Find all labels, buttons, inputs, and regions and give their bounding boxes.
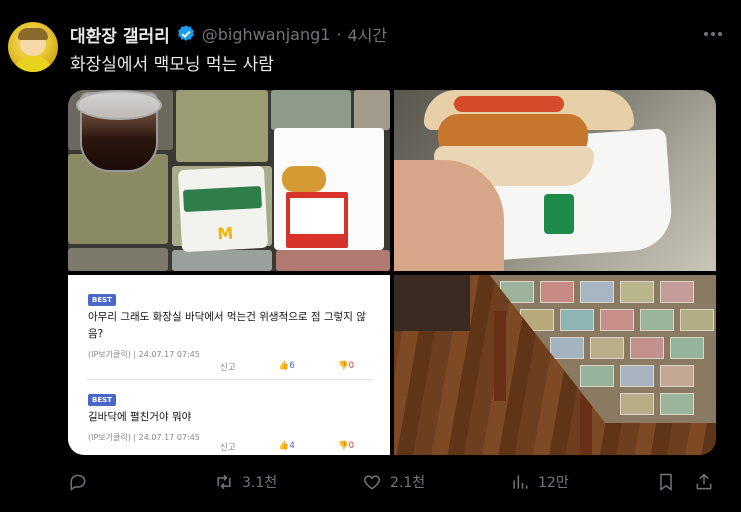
table-tile: [630, 337, 664, 359]
comment-1: BEST 아무리 그래도 화장실 바닥에서 먹는건 위생적으로 점 그렇지 않음…: [88, 287, 370, 360]
display-name[interactable]: 대환장 갤러리: [70, 22, 170, 47]
reply-button[interactable]: [68, 472, 96, 492]
table-leg: [580, 395, 592, 455]
tomato-slice: [454, 96, 564, 112]
comment-2: BEST 길바닥에 펼친거야 뭐야 (IP보기클릭) | 24.07.17 07…: [88, 387, 370, 443]
table-tile: [600, 309, 634, 331]
comment-2-actions: 신고 👍4 👎0: [220, 441, 354, 453]
floor-tile: [276, 250, 390, 271]
media-grid: M BEST 아무리 그래도 화장실 바닥에서 먹는건 위생적으로 점 그렇지 …: [68, 90, 716, 455]
photo-mcmorning-on-floor[interactable]: M: [68, 90, 390, 271]
table-tile: [640, 309, 674, 331]
table-tile: [550, 337, 584, 359]
comment-text: 길바닥에 펼친거야 뭐야: [88, 411, 192, 423]
hashbrown: [282, 166, 326, 192]
table-tile: [660, 393, 694, 415]
floor-tile: [176, 90, 268, 162]
share-icon: [696, 473, 712, 490]
table-tile: [620, 281, 654, 303]
more-options-icon[interactable]: [700, 24, 726, 44]
best-badge: BEST: [88, 294, 116, 306]
hashbrown-sleeve-label: [290, 198, 344, 234]
report-label: 신고: [220, 363, 236, 373]
mcdonalds-logo-icon: M: [216, 223, 234, 244]
separator-dot: ·: [336, 24, 342, 44]
tweet-time[interactable]: 4시간: [348, 22, 388, 46]
photo-burger-closeup[interactable]: [394, 90, 716, 271]
table-leg: [494, 311, 506, 401]
bookmark-button[interactable]: [656, 472, 676, 492]
verified-badge-icon: [176, 24, 196, 44]
avatar[interactable]: [8, 22, 58, 72]
downvote-count: 👎0: [337, 361, 354, 371]
table-tile: [670, 337, 704, 359]
upvote-count: 👍4: [278, 441, 295, 451]
burger-box: M: [177, 165, 269, 253]
comment-divider: [86, 379, 372, 380]
photo-tiled-table[interactable]: [394, 275, 716, 455]
view-count: 12만: [538, 475, 569, 491]
tweet-header: 대환장 갤러리 @bighwanjang1 · 4시간: [70, 22, 388, 47]
bookmark-icon: [660, 473, 672, 491]
dark-cabinet: [394, 275, 470, 331]
table-tile: [680, 309, 714, 331]
retweet-count: 3.1천: [242, 475, 278, 491]
floor-tile: [271, 90, 351, 130]
retweet-icon: [217, 474, 231, 490]
table-tile: [540, 281, 574, 303]
tweet-text: 화장실에서 맥모닝 먹는 사람: [70, 55, 274, 75]
reply-icon: [70, 474, 86, 491]
floor-tile: [172, 250, 272, 271]
avatar-body: [12, 56, 54, 72]
table-tile: [660, 365, 694, 387]
table-tile: [620, 393, 654, 415]
burger-box-label: [182, 185, 262, 213]
downvote-count: 👎0: [337, 441, 354, 451]
report-label: 신고: [220, 443, 236, 453]
retweet-button[interactable]: 3.1천: [214, 472, 277, 492]
avatar-hair: [18, 28, 48, 40]
heart-icon: [363, 475, 381, 490]
like-button[interactable]: 2.1천: [362, 472, 425, 492]
comment-1-actions: 신고 👍6 👎0: [220, 361, 354, 373]
table-tile: [590, 337, 624, 359]
tweet-actions: 3.1천 2.1천 12만: [68, 470, 716, 498]
views-chart-icon: [513, 475, 528, 489]
floor-tile: [68, 248, 168, 271]
floor-tile: [354, 90, 390, 130]
table-tile: [580, 365, 614, 387]
cup-lid: [76, 90, 162, 120]
comment-text: 아무리 그래도 화장실 바닥에서 먹는건 위생적으로 점 그렇지 않음?: [88, 311, 366, 340]
comment-meta: (IP보기클릭) | 24.07.17 07:45: [88, 350, 200, 359]
table-tile: [660, 281, 694, 303]
table-tile: [620, 365, 654, 387]
upvote-count: 👍6: [278, 361, 295, 371]
tweet: 대환장 갤러리 @bighwanjang1 · 4시간 화장실에서 맥모닝 먹는…: [0, 0, 741, 512]
table-tile: [580, 281, 614, 303]
views-button[interactable]: 12만: [510, 472, 569, 492]
photo-comments-screenshot[interactable]: BEST 아무리 그래도 화장실 바닥에서 먹는건 위생적으로 점 그렇지 않음…: [68, 275, 390, 455]
share-button[interactable]: [694, 472, 714, 492]
best-badge: BEST: [88, 394, 116, 406]
author-handle[interactable]: @bighwanjang1: [202, 25, 331, 44]
wrapper-tab: [544, 194, 574, 234]
like-count: 2.1천: [390, 475, 426, 491]
table-tile: [560, 309, 594, 331]
